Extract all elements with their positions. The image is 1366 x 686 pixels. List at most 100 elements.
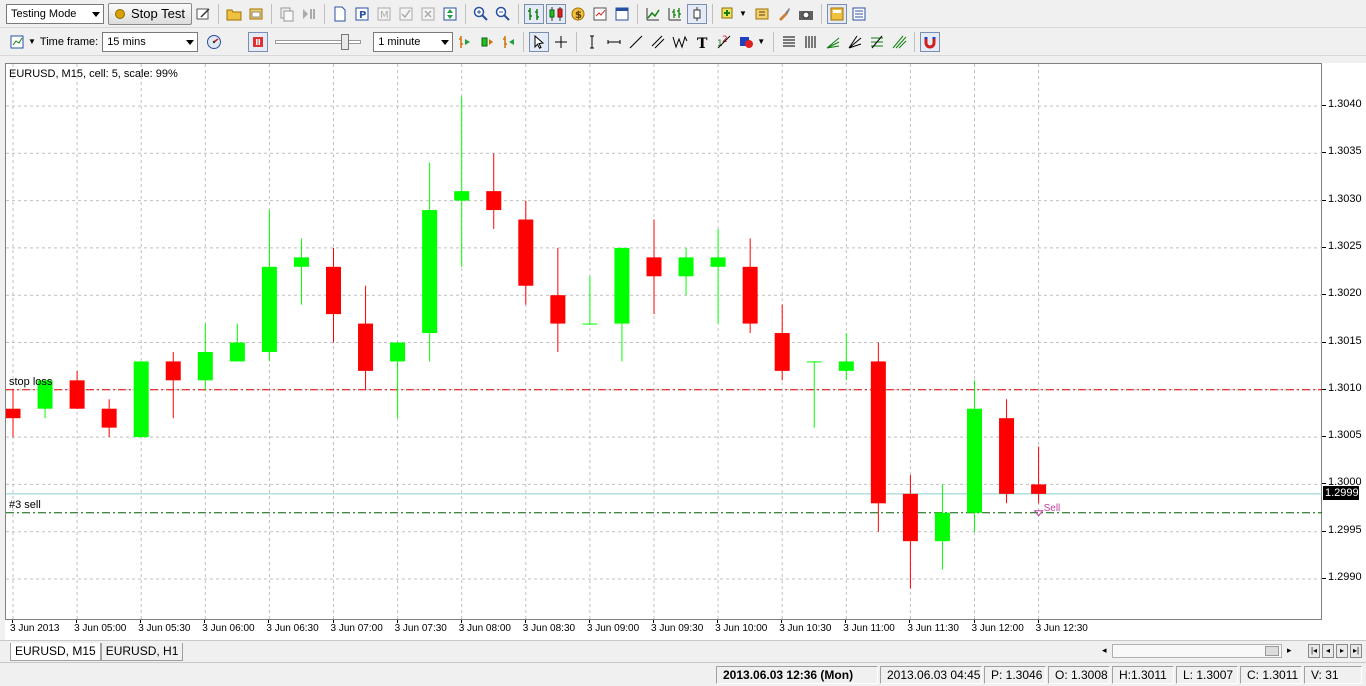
elliott-wave-icon[interactable] [670,32,690,52]
cursor-icon[interactable] [529,31,550,52]
ohlc-chart-icon[interactable] [665,4,685,24]
fibo-retracement-icon[interactable] [867,32,887,52]
candle-body [678,257,694,277]
shapes-icon[interactable] [736,32,756,52]
speed-slider[interactable] [275,32,362,52]
open-folder-icon[interactable] [224,4,244,24]
first-tab-icon[interactable]: |◂ [1308,644,1320,658]
profiles-icon[interactable] [246,4,266,24]
time-tick-label: 3 Jun 05:00 [74,623,127,634]
status-datetime: 2013.06.03 12:36 (Mon) [716,666,878,684]
crosshair-icon[interactable] [551,32,571,52]
templates-icon[interactable] [752,4,772,24]
candle-body [6,408,21,419]
time-tick-label: 3 Jun 06:00 [202,623,255,634]
chart-tabs: EURUSD, M15 EURUSD, H1 ◂ ▸ |◂ ◂ ▸ ▸| [0,640,1366,662]
brush-icon[interactable] [774,4,794,24]
check-icon[interactable] [396,4,416,24]
scrollbar-thumb[interactable] [1265,646,1279,656]
last-tab-icon[interactable]: ▸| [1350,644,1362,658]
candle-body [422,210,438,334]
time-tick-label: 3 Jun 12:00 [971,623,1024,634]
candle-body [101,408,117,428]
candle-body [742,266,758,324]
candle-body [806,361,822,363]
status-low: L: 1.3007 [1176,666,1238,684]
camera-icon[interactable] [796,4,816,24]
text-tool-icon[interactable]: T [692,32,712,52]
price-tick [1322,341,1326,343]
price-tick-label: 1.3010 [1328,381,1362,394]
chevron-down-icon[interactable]: ▼ [739,9,747,18]
bar-forward-icon[interactable] [454,32,474,52]
trendline-icon[interactable] [626,32,646,52]
play-list-icon[interactable] [299,4,319,24]
new-document-icon[interactable] [330,4,350,24]
bar-step-icon[interactable] [476,32,496,52]
tester-toolbar: ▼ Time frame: 15 mins 1 minute T 12 ▼ [0,28,1366,56]
candle-body [710,257,726,267]
scroll-left-icon[interactable]: ◂ [1102,645,1107,656]
time-tick-label: 3 Jun 07:30 [394,623,447,634]
scroll-icon[interactable] [440,4,460,24]
stop-test-button[interactable]: Stop Test [108,2,192,25]
time-tick-label: 3 Jun 09:30 [651,623,704,634]
fibo-fan-icon[interactable] [823,32,843,52]
mail-icon[interactable]: M [374,4,394,24]
price-tick-label: 1.3040 [1328,98,1362,110]
mode-select[interactable]: Testing Mode [6,3,104,24]
window-icon[interactable] [612,4,632,24]
tab-scrollbar[interactable] [1112,644,1282,658]
tab-eurusd-m15[interactable]: EURUSD, M15 [10,642,101,661]
candlestick-chart-icon[interactable] [545,3,566,24]
horizontal-line-icon[interactable] [604,32,624,52]
settings-dial-icon[interactable] [204,32,224,52]
grid-icon[interactable] [801,32,821,52]
pause-icon[interactable] [248,31,269,52]
price-tick-label: 1.3005 [1328,429,1362,442]
separator [820,3,822,24]
time-axis: 3 Jun 2013 3 Jun 05:00 3 Jun 05:30 3 Jun 06… [5,620,1366,640]
line-chart-icon[interactable] [643,4,663,24]
magnet-icon[interactable] [920,31,941,52]
skip-to-select[interactable]: 1 minute [373,31,454,52]
price-tick-label: 1.3020 [1328,287,1362,300]
channel-icon[interactable] [648,32,668,52]
prev-tab-icon[interactable]: ◂ [1322,644,1334,658]
edit-icon[interactable] [193,4,213,24]
print-icon[interactable]: P [352,4,372,24]
separator [914,31,916,52]
price-tick [1322,530,1326,532]
tab-eurusd-h1[interactable]: EURUSD, H1 [100,642,184,661]
delete-icon[interactable] [418,4,438,24]
timeframe-select[interactable]: 15 mins [102,31,199,52]
price-tick [1322,294,1326,296]
zoom-in-icon[interactable] [471,4,491,24]
chart-area[interactable]: Sell EURUSD, M15, cell: 5, scale: 99% st… [5,63,1323,621]
gann-fan-icon[interactable] [845,32,865,52]
vertical-line-icon[interactable] [582,32,602,52]
add-indicator-icon[interactable] [718,4,738,24]
zoom-out-icon[interactable] [493,4,513,24]
next-tab-icon[interactable]: ▸ [1336,644,1348,658]
bar-chart-icon[interactable] [523,3,544,24]
chart-settings-icon[interactable] [7,32,27,52]
trade-icon[interactable]: $ [568,4,588,24]
period-separators-icon[interactable] [779,32,799,52]
candle-chart-icon[interactable] [686,3,707,24]
terminal-icon[interactable] [849,4,869,24]
chevron-down-icon[interactable]: ▼ [757,37,765,46]
bar-back-icon[interactable] [498,32,518,52]
label-tool-icon[interactable]: 12 [714,32,734,52]
copy-icon[interactable] [277,4,297,24]
time-tick-label: 3 Jun 05:30 [138,623,191,634]
current-price-label: 1.2999 [1323,485,1359,500]
price-tick-label: 1.3025 [1328,239,1362,252]
history-icon[interactable] [590,4,610,24]
stop-test-label: Stop Test [131,6,185,21]
slider-thumb[interactable] [341,33,350,50]
scroll-right-icon[interactable]: ▸ [1287,645,1292,656]
andrews-pitchfork-icon[interactable] [889,32,909,52]
chevron-down-icon[interactable]: ▼ [28,37,36,46]
data-window-icon[interactable] [826,3,847,24]
